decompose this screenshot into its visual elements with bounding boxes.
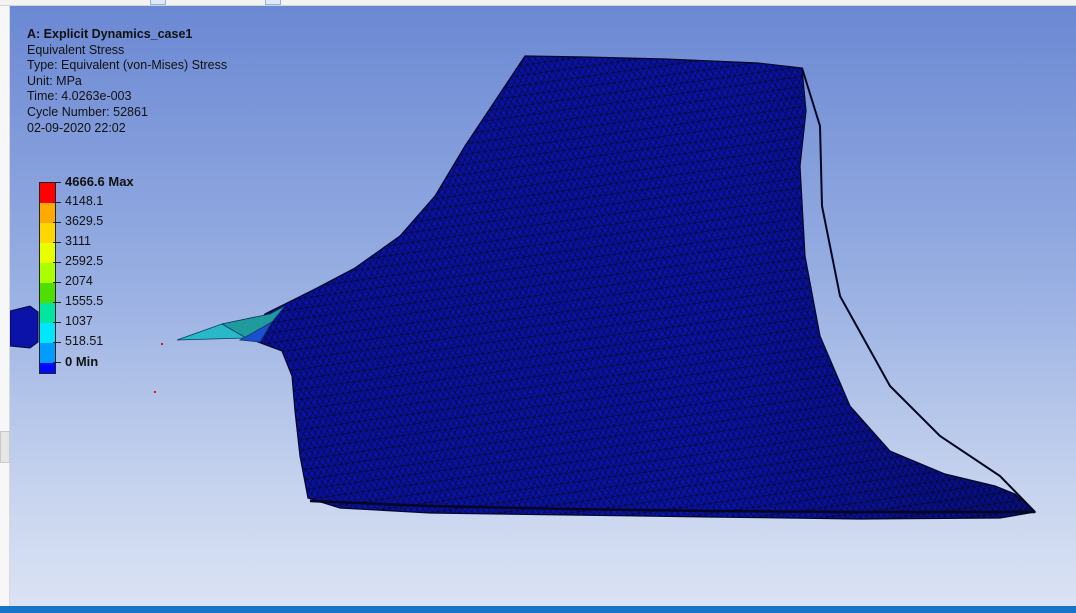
legend-label: 4148.1: [65, 194, 104, 208]
side-stub: [10, 305, 39, 349]
legend-swatch: [39, 203, 56, 223]
legend-label: 0 Min: [65, 354, 99, 369]
legend-swatch: [39, 263, 56, 283]
graphics-viewport[interactable]: A: Explicit Dynamics_case1 Equivalent St…: [10, 6, 1076, 606]
legend-label: 4666.6 Max: [65, 174, 134, 189]
legend-label: 2074: [65, 274, 93, 288]
analysis-title: A: Explicit Dynamics_case1: [27, 27, 193, 41]
legend-tick: [53, 342, 61, 343]
result-date: 02-09-2020 22:02: [27, 120, 126, 135]
legend-swatch: [39, 243, 56, 263]
legend-label: 3629.5: [65, 214, 104, 228]
legend-tick: [53, 202, 61, 203]
legend-tick: [53, 222, 61, 223]
result-type: Type: Equivalent (von-Mises) Stress: [27, 58, 228, 73]
legend-tick: [53, 362, 61, 363]
legend-swatch: [39, 303, 56, 323]
result-time: Time: 4.0263e-003: [27, 89, 132, 104]
legend-tick: [53, 182, 61, 183]
legend-swatch: [39, 363, 56, 374]
legend-tick: [53, 262, 61, 263]
result-cycle: Cycle Number: 52861: [27, 104, 148, 119]
probe-point: [154, 391, 156, 393]
legend-swatch: [39, 343, 56, 363]
legend-tick: [53, 302, 61, 303]
legend-tick: [53, 322, 61, 323]
toolbar-button[interactable]: [150, 0, 166, 5]
legend-label: 2592.5: [65, 254, 104, 268]
toolbar-button[interactable]: [265, 0, 281, 5]
result-info: A: Explicit Dynamics_case1 Equivalent St…: [27, 27, 227, 136]
legend-label: 3111: [65, 234, 91, 248]
legend-label: 1555.5: [65, 294, 104, 308]
panel-collapse-tab[interactable]: [0, 431, 10, 463]
probe-point: [161, 343, 163, 345]
status-bar: [0, 606, 1076, 613]
result-unit: Unit: MPa: [27, 73, 82, 88]
legend-tick: [53, 242, 61, 243]
legend-label: 518.51: [65, 334, 104, 348]
body-shading: [250, 56, 1035, 519]
legend-swatch: [39, 323, 56, 343]
legend-swatch: [39, 223, 56, 243]
left-panel-edge: [0, 6, 10, 606]
legend-label: 1037: [65, 314, 93, 328]
legend-tick: [53, 282, 61, 283]
result-name: Equivalent Stress: [27, 42, 125, 57]
legend-swatch: [39, 283, 56, 303]
legend-swatch: [39, 183, 56, 203]
